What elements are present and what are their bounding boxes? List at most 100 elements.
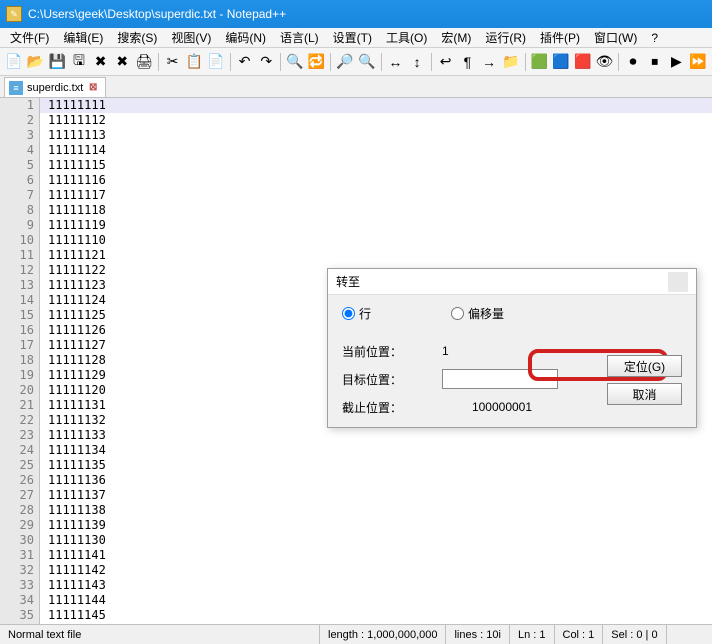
menu-macro[interactable]: 宏(M) <box>435 27 477 48</box>
code-line[interactable]: 11111137 <box>40 488 712 503</box>
sync-v-icon[interactable]: ↕ <box>407 51 427 73</box>
code-line[interactable]: 11111143 <box>40 578 712 593</box>
menu-file[interactable]: 文件(F) <box>4 27 55 48</box>
line-text: 11111116 <box>48 173 106 188</box>
code-line[interactable]: 11111145 <box>40 608 712 623</box>
func1-icon[interactable]: 🟩 <box>529 51 549 73</box>
menu-tools[interactable]: 工具(O) <box>380 27 433 48</box>
code-line[interactable]: 11111130 <box>40 533 712 548</box>
record-icon[interactable]: ⏺ <box>623 51 643 73</box>
code-line[interactable]: 11111115 <box>40 158 712 173</box>
new-icon[interactable]: 📄 <box>4 51 24 73</box>
redo-icon[interactable]: ↷ <box>256 51 276 73</box>
func3-icon[interactable]: 🟥 <box>573 51 593 73</box>
separator <box>158 53 159 71</box>
code-line[interactable]: 11111142 <box>40 563 712 578</box>
line-text: 11111122 <box>48 263 106 278</box>
indent-icon[interactable]: → <box>479 51 499 73</box>
cancel-button[interactable]: 取消 <box>607 383 682 405</box>
title-bar: ✎ C:\Users\geek\Desktop\superdic.txt - N… <box>0 0 712 28</box>
print-icon[interactable]: 🖨 <box>134 51 154 73</box>
paste-icon[interactable]: 📄 <box>206 51 226 73</box>
code-line[interactable]: 11111139 <box>40 518 712 533</box>
menu-window[interactable]: 窗口(W) <box>588 27 643 48</box>
wrap-icon[interactable]: ↩ <box>436 51 456 73</box>
line-number: 19 <box>0 368 34 383</box>
goto-dialog: 转至 行 偏移量 当前位置： 1 目标位置： 截止位置： 100000001 <box>327 268 697 428</box>
line-text: 11111119 <box>48 218 106 233</box>
menu-view[interactable]: 视图(V) <box>165 27 217 48</box>
play-multi-icon[interactable]: ⏩ <box>688 51 708 73</box>
code-line[interactable]: 11111144 <box>40 593 712 608</box>
replace-icon[interactable]: 🔁 <box>307 51 327 73</box>
code-line[interactable]: 11111141 <box>40 548 712 563</box>
code-line[interactable]: 11111114 <box>40 143 712 158</box>
allchars-icon[interactable]: ¶ <box>458 51 478 73</box>
code-line[interactable]: 11111136 <box>40 473 712 488</box>
copy-icon[interactable]: 📋 <box>184 51 204 73</box>
zoomin-icon[interactable]: 🔎 <box>335 51 355 73</box>
separator <box>230 53 231 71</box>
radio-offset-input[interactable] <box>451 307 464 320</box>
find-icon[interactable]: 🔍 <box>285 51 305 73</box>
sync-h-icon[interactable]: ↔ <box>386 51 406 73</box>
goto-button[interactable]: 定位(G) <box>607 355 682 377</box>
menu-help[interactable]: ? <box>645 29 664 47</box>
menu-plugins[interactable]: 插件(P) <box>534 27 586 48</box>
line-number: 15 <box>0 308 34 323</box>
dialog-title: 转至 <box>336 273 360 290</box>
code-line[interactable]: 11111118 <box>40 203 712 218</box>
line-number: 10 <box>0 233 34 248</box>
close-icon[interactable]: ✖ <box>91 51 111 73</box>
code-line[interactable]: 11111111 <box>40 98 712 113</box>
menu-encoding[interactable]: 编码(N) <box>219 27 272 48</box>
line-text: 11111126 <box>48 323 106 338</box>
code-line[interactable]: 11111116 <box>40 173 712 188</box>
code-line[interactable]: 11111121 <box>40 248 712 263</box>
dialog-close-icon[interactable] <box>668 272 688 292</box>
save-icon[interactable]: 💾 <box>47 51 67 73</box>
radio-line[interactable]: 行 <box>342 305 371 322</box>
line-number: 28 <box>0 503 34 518</box>
status-sel: Sel : 0 | 0 <box>603 625 666 644</box>
menu-search[interactable]: 搜索(S) <box>111 27 163 48</box>
menu-settings[interactable]: 设置(T) <box>327 27 378 48</box>
code-line[interactable]: 11111134 <box>40 443 712 458</box>
code-line[interactable]: 11111112 <box>40 113 712 128</box>
end-pos-label: 截止位置： <box>342 399 442 416</box>
radio-line-input[interactable] <box>342 307 355 320</box>
code-line[interactable]: 11111135 <box>40 458 712 473</box>
line-gutter: 1234567891011121314151617181920212223242… <box>0 98 40 624</box>
line-number: 1 <box>0 98 34 113</box>
code-line[interactable]: 11111119 <box>40 218 712 233</box>
code-line[interactable]: 11111138 <box>40 503 712 518</box>
func2-icon[interactable]: 🟦 <box>551 51 571 73</box>
code-line[interactable]: 11111113 <box>40 128 712 143</box>
file-tab[interactable]: ≡ superdic.txt ⊠ <box>4 77 106 97</box>
line-number: 7 <box>0 188 34 203</box>
folder-icon[interactable]: 📁 <box>501 51 521 73</box>
play-icon[interactable]: ▶ <box>667 51 687 73</box>
line-number: 2 <box>0 113 34 128</box>
menu-run[interactable]: 运行(R) <box>479 27 532 48</box>
stop-icon[interactable]: ⏹ <box>645 51 665 73</box>
target-pos-input[interactable] <box>442 369 558 389</box>
toolbar: 📄 📂 💾 🖫 ✖ ✖ 🖨 ✂ 📋 📄 ↶ ↷ 🔍 🔁 🔎 🔍 ↔ ↕ ↩ ¶ … <box>0 48 712 76</box>
line-text: 11111142 <box>48 563 106 578</box>
status-lines: lines : 10i <box>446 625 509 644</box>
zoomout-icon[interactable]: 🔍 <box>357 51 377 73</box>
monitor-icon[interactable]: 👁 <box>595 51 615 73</box>
radio-offset[interactable]: 偏移量 <box>451 305 504 322</box>
cut-icon[interactable]: ✂ <box>163 51 183 73</box>
tab-close-icon[interactable]: ⊠ <box>87 82 99 94</box>
open-icon[interactable]: 📂 <box>26 51 46 73</box>
code-line[interactable]: 11111110 <box>40 233 712 248</box>
menu-language[interactable]: 语言(L) <box>274 27 325 48</box>
closeall-icon[interactable]: ✖ <box>112 51 132 73</box>
line-number: 16 <box>0 323 34 338</box>
dialog-titlebar[interactable]: 转至 <box>328 269 696 295</box>
code-line[interactable]: 11111117 <box>40 188 712 203</box>
saveall-icon[interactable]: 🖫 <box>69 51 89 73</box>
menu-edit[interactable]: 编辑(E) <box>57 27 109 48</box>
undo-icon[interactable]: ↶ <box>235 51 255 73</box>
